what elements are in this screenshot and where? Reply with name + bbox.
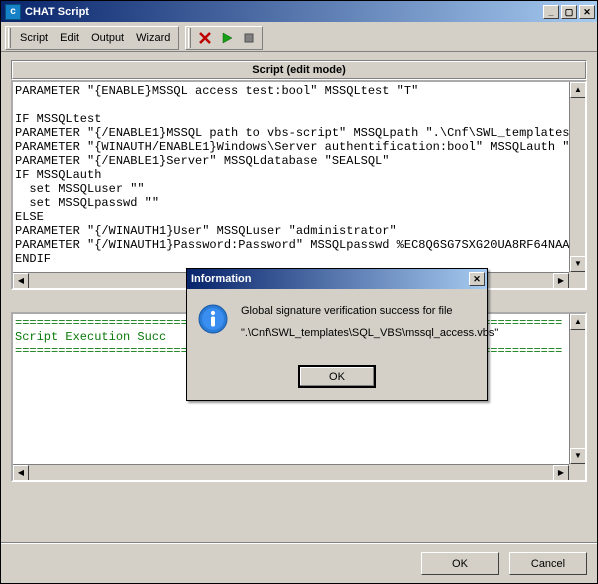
scroll-corner <box>569 464 585 480</box>
ok-button[interactable]: OK <box>421 552 499 575</box>
titlebar: c CHAT Script _ ▢ ✕ <box>1 1 597 22</box>
info-icon <box>197 303 229 335</box>
menu-output[interactable]: Output <box>85 30 130 46</box>
main-button-row: OK Cancel <box>1 543 597 583</box>
minimize-button[interactable]: _ <box>543 5 559 19</box>
script-editor-wrap: PARAMETER "{ENABLE}MSSQL access test:boo… <box>11 80 587 290</box>
record-button[interactable] <box>238 28 260 48</box>
app-icon: c <box>5 4 21 20</box>
information-dialog: Information ✕ Global signature verificat… <box>186 268 488 401</box>
text-menu-group: Script Edit Output Wizard <box>5 26 179 50</box>
output-vscrollbar[interactable]: ▲ ▼ <box>569 314 585 464</box>
output-hscrollbar[interactable]: ◀ ▶ <box>13 464 569 480</box>
close-button[interactable]: ✕ <box>579 5 595 19</box>
stop-button[interactable] <box>194 28 216 48</box>
scroll-right-button[interactable]: ▶ <box>553 273 569 289</box>
dialog-titlebar: Information ✕ <box>187 269 487 289</box>
dialog-button-row: OK <box>187 359 487 400</box>
menu-wizard[interactable]: Wizard <box>130 30 176 46</box>
output-message: Script Execution Succ <box>15 330 166 344</box>
dialog-line2: ".\Cnf\SWL_templates\SQL_VBS\mssql_acces… <box>241 325 498 341</box>
dialog-close-button[interactable]: ✕ <box>469 272 485 286</box>
dialog-text: Global signature verification success fo… <box>241 303 498 341</box>
scroll-left-button[interactable]: ◀ <box>13 273 29 289</box>
play-icon <box>220 31 234 45</box>
scroll-left-button[interactable]: ◀ <box>13 465 29 481</box>
maximize-button[interactable]: ▢ <box>561 5 577 19</box>
dialog-body: Global signature verification success fo… <box>187 289 487 359</box>
toolbar-group <box>185 26 263 50</box>
menubar: Script Edit Output Wizard <box>1 22 597 52</box>
script-editor[interactable]: PARAMETER "{ENABLE}MSSQL access test:boo… <box>13 82 585 268</box>
run-button[interactable] <box>216 28 238 48</box>
editor-vscrollbar[interactable]: ▲ ▼ <box>569 82 585 272</box>
scroll-down-button[interactable]: ▼ <box>570 448 586 464</box>
menu-script[interactable]: Script <box>14 30 54 46</box>
editor-section-title: Script (edit mode) <box>12 61 586 79</box>
window-title: CHAT Script <box>25 6 89 18</box>
dialog-ok-button[interactable]: OK <box>298 365 376 388</box>
grip <box>8 28 11 48</box>
grip <box>188 28 191 48</box>
scroll-right-button[interactable]: ▶ <box>553 465 569 481</box>
cancel-button[interactable]: Cancel <box>509 552 587 575</box>
scroll-corner <box>569 272 585 288</box>
square-icon <box>242 31 256 45</box>
x-icon <box>198 31 212 45</box>
dialog-line1: Global signature verification success fo… <box>241 303 498 319</box>
editor-section-header: Script (edit mode) <box>11 60 587 80</box>
scroll-up-button[interactable]: ▲ <box>570 314 586 330</box>
dialog-title: Information <box>191 273 252 285</box>
scroll-down-button[interactable]: ▼ <box>570 256 586 272</box>
menu-edit[interactable]: Edit <box>54 30 85 46</box>
scroll-up-button[interactable]: ▲ <box>570 82 586 98</box>
